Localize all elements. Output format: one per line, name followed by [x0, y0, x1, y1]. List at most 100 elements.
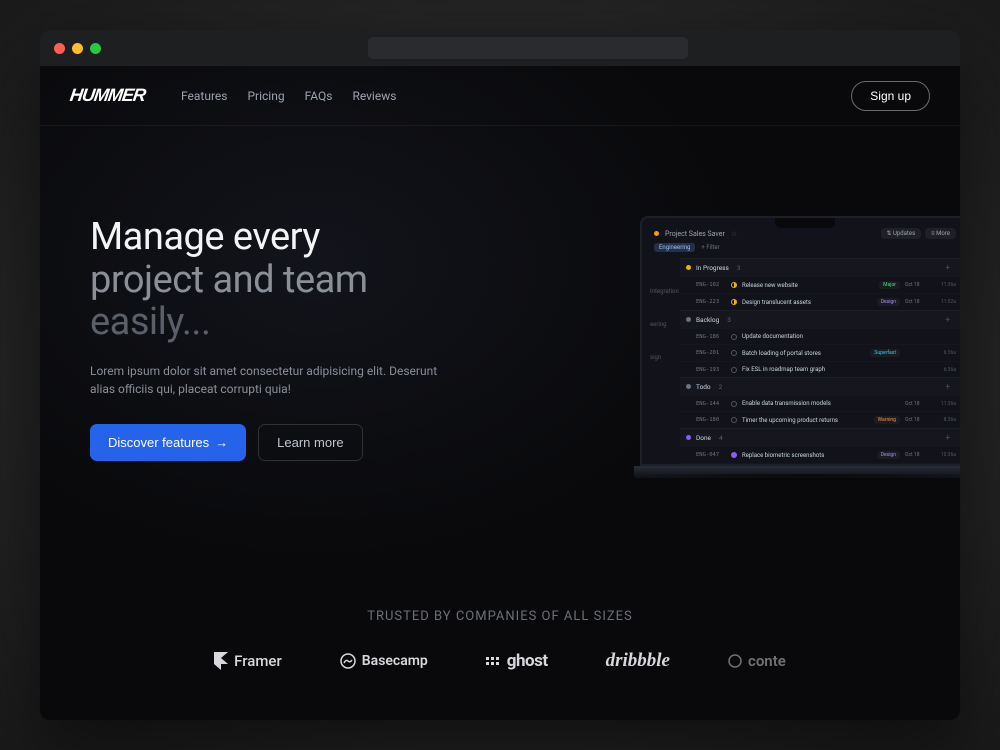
ghost-icon — [486, 657, 499, 665]
plus-icon[interactable]: + — [945, 263, 950, 272]
task-time: 11:36a — [936, 401, 956, 407]
task-time: 11:52a — [936, 299, 956, 305]
maximize-traffic-light[interactable] — [90, 43, 101, 54]
discover-features-button[interactable]: Discover features → — [90, 424, 246, 461]
task-tag: Warning — [874, 416, 900, 424]
laptop-notch — [775, 218, 835, 228]
framer-icon — [214, 652, 228, 670]
url-bar[interactable] — [368, 37, 688, 59]
section-count: 2 — [719, 383, 723, 391]
task-tag: Major — [879, 281, 900, 289]
task-date: Oct 18 — [905, 299, 931, 305]
status-circle-icon — [731, 367, 737, 373]
task-row[interactable]: ENG-180 Timer the upcoming product return… — [680, 411, 960, 428]
task-tag: Design — [877, 298, 900, 306]
section-label: In Progress — [696, 264, 729, 272]
status-circle-icon — [731, 452, 737, 458]
circle-c-icon — [728, 654, 742, 668]
nav-links: Features Pricing FAQs Reviews — [181, 89, 396, 103]
nav-faqs[interactable]: FAQs — [305, 89, 333, 103]
section-label: Done — [696, 434, 711, 442]
basecamp-icon — [340, 653, 356, 669]
task-date: Oct 18 — [905, 417, 931, 423]
engineering-tag[interactable]: Engineering — [654, 243, 695, 252]
task-row[interactable]: ENG-201Batch loading of portal storesSup… — [680, 344, 960, 361]
task-id: ENG-047 — [696, 452, 726, 458]
laptop-base — [634, 466, 960, 478]
task-id: ENG-180 — [696, 417, 726, 423]
plus-icon[interactable]: + — [945, 382, 950, 391]
status-circle-icon — [731, 334, 737, 340]
trusted-title: TRUSTED BY COMPANIES OF ALL SIZES — [40, 609, 960, 624]
plus-icon[interactable]: + — [945, 315, 950, 324]
task-time: 6:36a — [936, 350, 956, 356]
task-title: Timer the upcoming product returns — [742, 417, 869, 424]
app-subheader: Engineering + Filter — [648, 241, 960, 254]
brand-framer: Framer — [214, 652, 282, 670]
status-circle-icon — [731, 417, 737, 423]
task-date: Oct 18 — [905, 282, 931, 288]
nav-reviews[interactable]: Reviews — [352, 89, 396, 103]
brand-basecamp: Basecamp — [340, 653, 428, 669]
task-tag: Superfast — [870, 349, 900, 357]
filter-text[interactable]: + Filter — [701, 244, 719, 251]
task-row[interactable]: ENG-102Release new websiteMajorOct 1811:… — [680, 276, 960, 293]
status-circle-icon — [731, 299, 737, 305]
status-circle-icon — [731, 282, 737, 288]
task-id: ENG-223 — [696, 299, 726, 305]
task-title: Release new website — [742, 282, 874, 289]
task-date: Oct 18 — [905, 401, 931, 407]
more-chip[interactable]: ≡ More — [925, 228, 956, 239]
status-dot-todo — [686, 384, 691, 389]
status-dot-backlog — [686, 317, 691, 322]
nav-pricing[interactable]: Pricing — [247, 89, 284, 103]
minimize-traffic-light[interactable] — [72, 43, 83, 54]
nav-features[interactable]: Features — [181, 89, 227, 103]
section-label: Backlog — [696, 316, 719, 324]
task-row[interactable]: ENG-047 Replace biometric screenshots Desi… — [680, 446, 960, 463]
section-done[interactable]: Done 4 + — [680, 428, 960, 446]
learn-more-button[interactable]: Learn more — [258, 424, 362, 461]
task-row[interactable]: ENG-144Enable data transmission modelsOc… — [680, 395, 960, 411]
task-title: Update documentation — [742, 333, 900, 340]
task-list: In Progress 3 + ENG-102Release new websi… — [680, 258, 960, 466]
task-time: 11:36a — [936, 282, 956, 288]
section-todo[interactable]: Todo 2 + — [680, 377, 960, 395]
section-inprogress[interactable]: In Progress 3 + — [680, 258, 960, 276]
arrow-right-icon: → — [215, 435, 228, 450]
task-time: 10:36a — [936, 452, 956, 458]
brand-conte: conte — [728, 652, 786, 670]
laptop-screen: Project Sales Saver ☆ ⇅ Updates ≡ More E… — [640, 216, 960, 466]
project-title: Project Sales Saver — [665, 230, 725, 238]
task-row[interactable]: ENG-193Fix ESL in roadmap team graph6:36… — [680, 361, 960, 377]
app-chips: ⇅ Updates ≡ More — [881, 228, 957, 239]
plus-icon[interactable]: + — [945, 433, 950, 442]
brand-logo[interactable]: HUMMER — [69, 85, 147, 106]
updates-chip[interactable]: ⇅ Updates — [881, 228, 922, 239]
traffic-lights — [54, 43, 101, 54]
task-tag: Design — [877, 451, 900, 459]
close-traffic-light[interactable] — [54, 43, 65, 54]
brand-label: ghost — [507, 651, 548, 671]
subtitle: Lorem ipsum dolor sit amet consectetur a… — [90, 362, 440, 398]
project-status-dot — [654, 231, 659, 236]
section-count: 3 — [727, 316, 731, 324]
status-dot-done — [686, 435, 691, 440]
section-label: Todo — [696, 383, 711, 391]
brand-ghost: ghost — [486, 651, 548, 671]
side-labels: Integration eering sign — [650, 288, 679, 361]
signup-button[interactable]: Sign up — [851, 81, 930, 111]
star-icon: ☆ — [731, 230, 737, 238]
side-label-sign: sign — [650, 354, 679, 361]
brand-label: conte — [748, 652, 786, 670]
section-backlog[interactable]: Backlog 3 + — [680, 310, 960, 328]
cta-primary-label: Discover features — [108, 435, 209, 450]
task-row[interactable]: ENG-223Design translucent assetsDesignOc… — [680, 293, 960, 310]
status-dot-inprogress — [686, 265, 691, 270]
page-content: HUMMER Features Pricing FAQs Reviews Sig… — [40, 66, 960, 720]
task-title: Replace biometric screenshots — [742, 452, 872, 459]
top-nav: HUMMER Features Pricing FAQs Reviews Sig… — [40, 66, 960, 126]
task-title: Enable data transmission models — [742, 400, 900, 407]
task-time: 6:36a — [936, 367, 956, 373]
task-row[interactable]: ENG-186Update documentation — [680, 328, 960, 344]
